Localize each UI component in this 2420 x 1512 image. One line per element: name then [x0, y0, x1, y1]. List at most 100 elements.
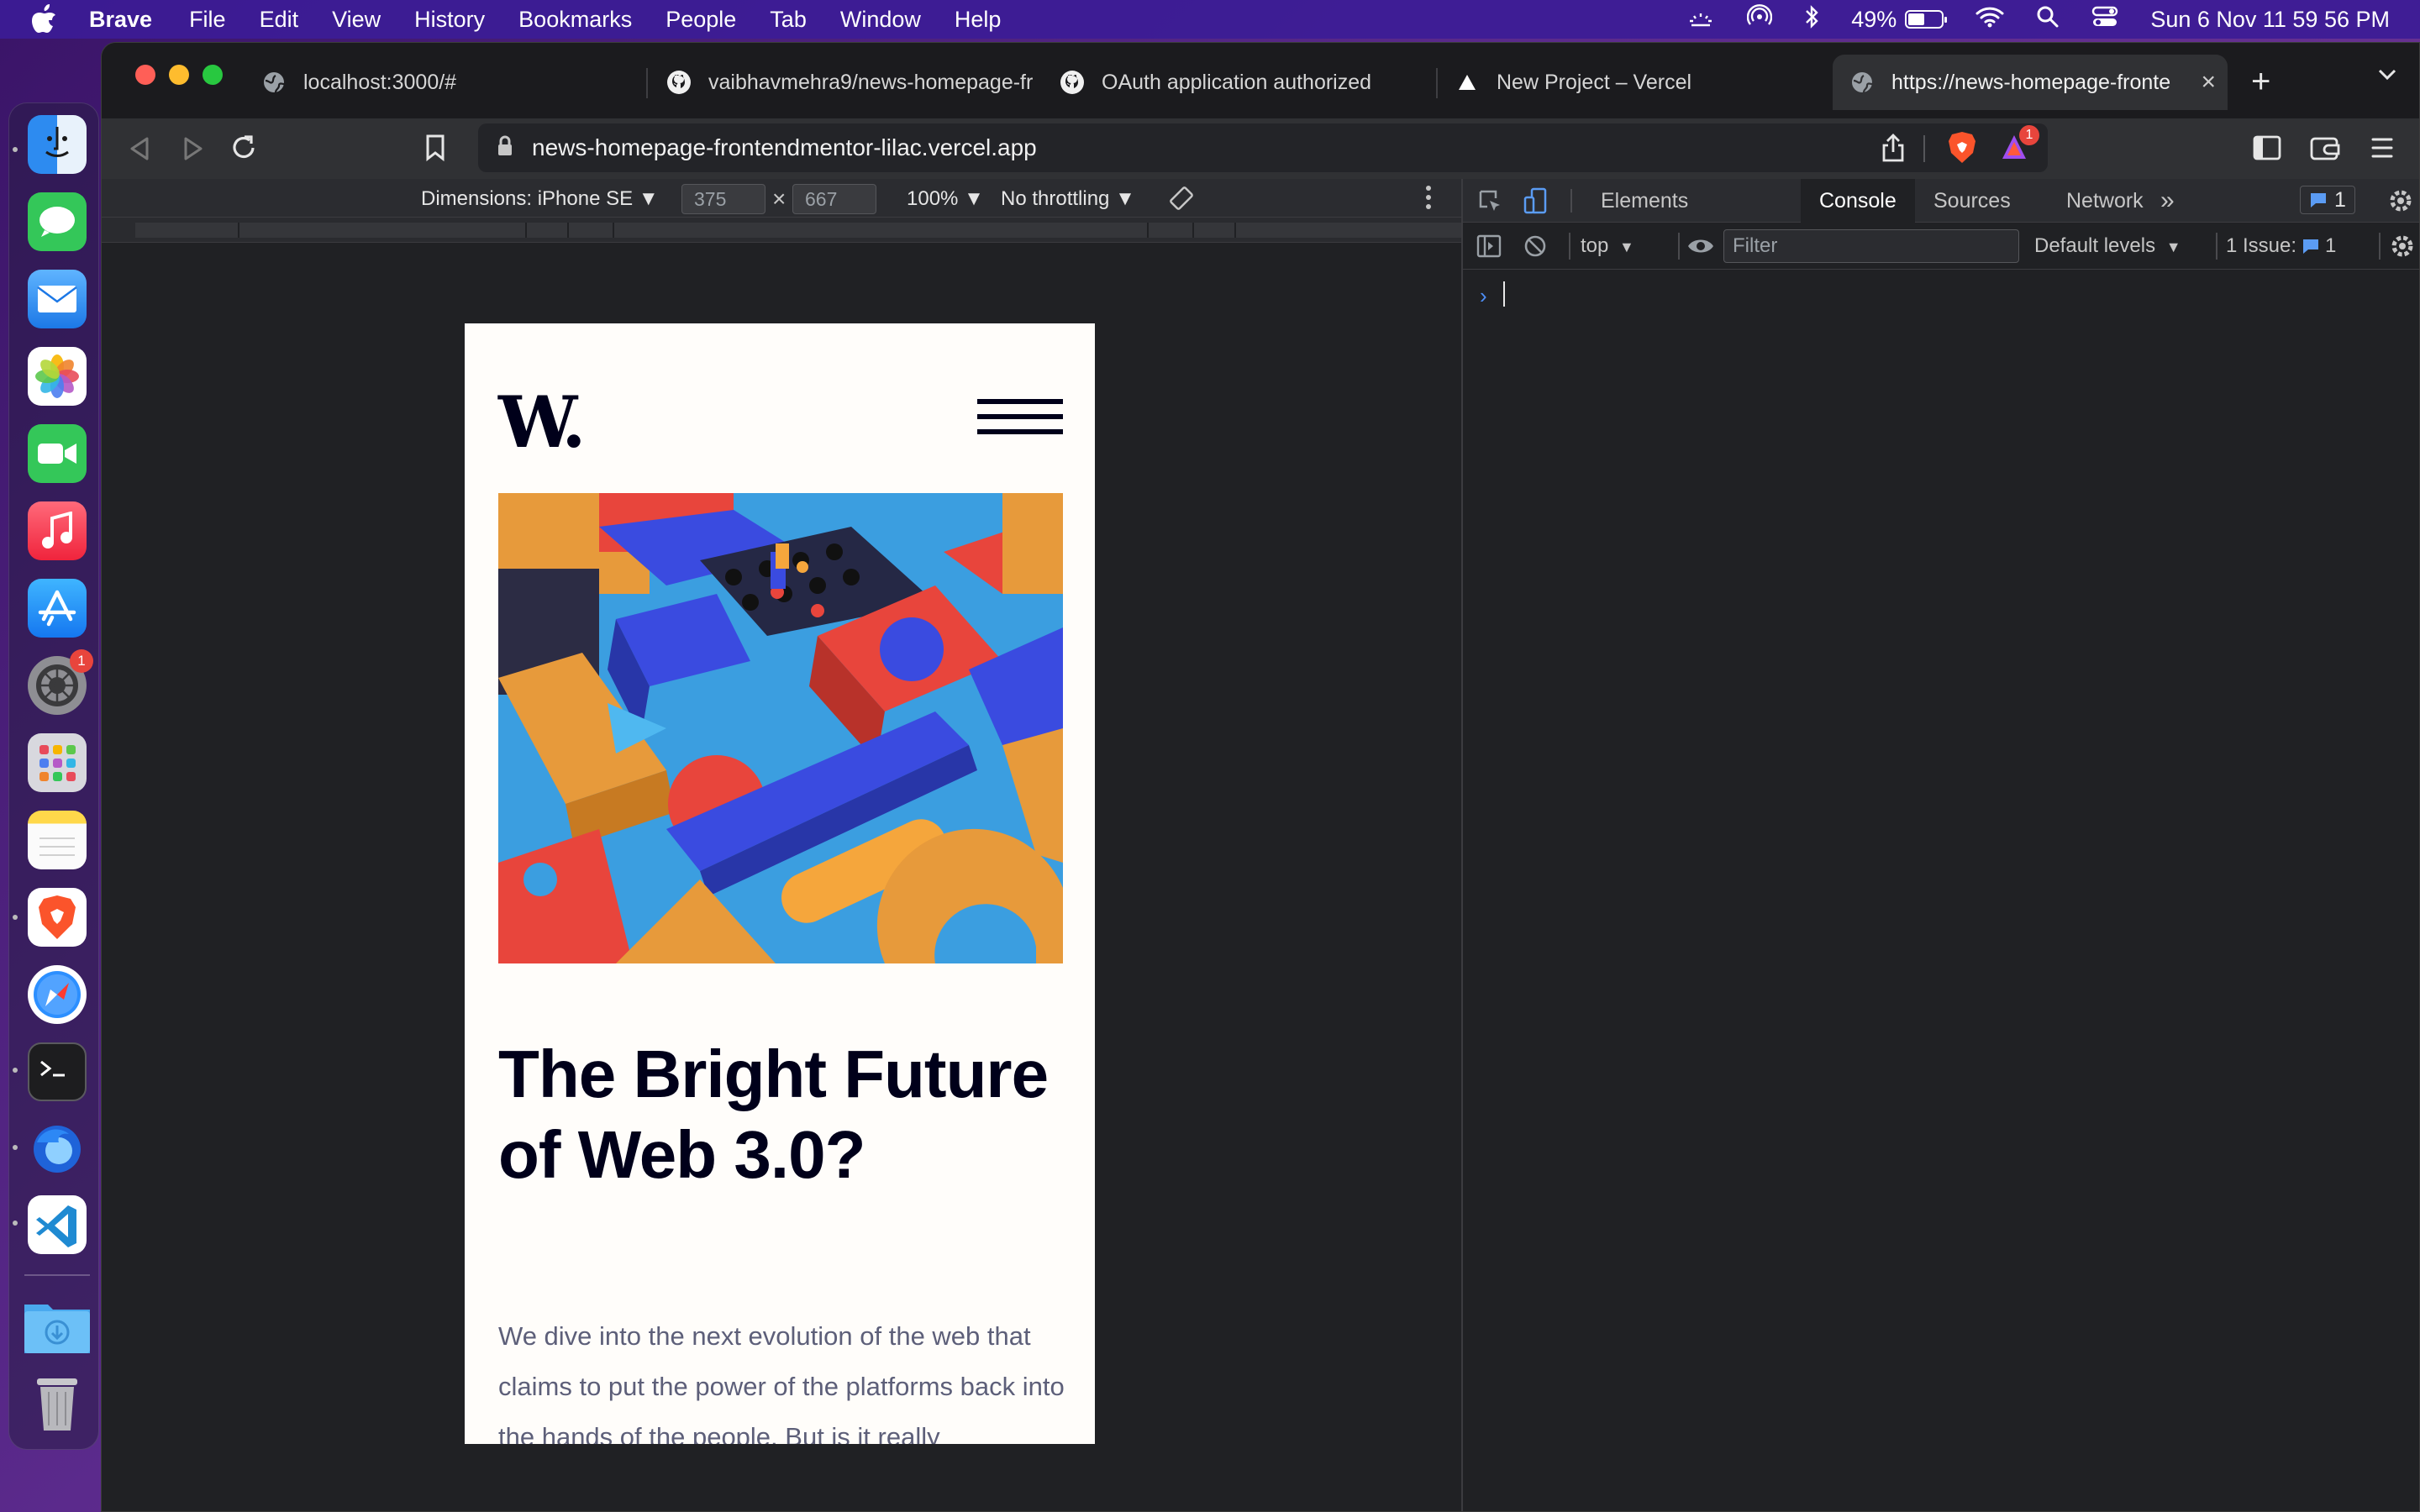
devtools-settings-icon[interactable]: [2387, 187, 2414, 220]
menu-tab[interactable]: Tab: [770, 7, 807, 33]
minimize-window-button[interactable]: [169, 65, 189, 85]
console-sidebar-icon[interactable]: [1476, 234, 1502, 264]
new-tab-button[interactable]: +: [2251, 65, 2270, 98]
site-logo[interactable]: W.: [498, 387, 586, 458]
menu-history[interactable]: History: [414, 7, 485, 33]
context-select[interactable]: top ▼: [1581, 234, 1634, 258]
issues-counter[interactable]: 1 Issue: 1: [2226, 234, 2336, 258]
vercel-icon: [1455, 70, 1480, 95]
media-query-segment[interactable]: [527, 223, 569, 238]
live-expression-eye-icon[interactable]: [1686, 236, 1715, 262]
zoom-window-button[interactable]: [203, 65, 223, 85]
tab-oauth[interactable]: OAuth application authorized: [1043, 55, 1438, 110]
menu-edit[interactable]: Edit: [260, 7, 299, 33]
device-height-input[interactable]: 667: [792, 184, 876, 214]
music-icon[interactable]: [28, 501, 87, 560]
brave-browser-icon[interactable]: [28, 888, 87, 947]
control-center-icon[interactable]: [2091, 5, 2118, 34]
brightness-icon[interactable]: [1686, 7, 1715, 33]
launchpad-icon[interactable]: [28, 733, 87, 792]
clear-console-icon[interactable]: [1523, 234, 1547, 264]
tab-vercel[interactable]: New Project – Vercel: [1438, 55, 1833, 110]
console-filter-input[interactable]: [1723, 229, 2019, 263]
vscode-icon[interactable]: [28, 1195, 87, 1254]
notes-icon[interactable]: [28, 811, 87, 869]
menubar-clock[interactable]: Sun 6 Nov 11 59 56 PM: [2150, 7, 2390, 33]
media-query-segment[interactable]: [135, 223, 239, 238]
battery-status[interactable]: 49%: [1851, 6, 1948, 33]
device-toggle-icon[interactable]: [1523, 187, 1549, 220]
safari-icon[interactable]: [28, 965, 87, 1024]
media-query-segment[interactable]: [239, 223, 527, 238]
back-button[interactable]: [127, 135, 152, 162]
airdrop-icon[interactable]: [1747, 3, 1773, 35]
spotlight-search-icon[interactable]: [2036, 5, 2060, 34]
tab-github-repo[interactable]: vaibhavmehra9/news-homepage-fr: [650, 55, 1044, 110]
photos-icon[interactable]: [28, 347, 87, 406]
device-width-input[interactable]: 375: [681, 184, 765, 214]
close-tab-icon[interactable]: ×: [2201, 68, 2216, 97]
device-more-options-icon[interactable]: [1424, 184, 1433, 217]
tab-sources[interactable]: Sources: [1915, 179, 2029, 223]
tab-localhost[interactable]: localhost:3000/#: [245, 55, 639, 110]
tab-title: OAuth application authorized: [1102, 70, 1372, 94]
mail-icon[interactable]: [28, 270, 87, 328]
omnibox-divider: [1923, 135, 1925, 162]
menu-people[interactable]: People: [666, 7, 736, 33]
brave-shields-icon[interactable]: [1947, 130, 1977, 164]
console-input-caret[interactable]: [1503, 281, 1505, 307]
finder-icon[interactable]: [28, 115, 87, 174]
menu-view[interactable]: View: [332, 7, 381, 33]
browser-toolbar: news-homepage-frontendmentor-lilac.verce…: [102, 118, 2419, 179]
github-icon: [1060, 70, 1085, 95]
share-icon[interactable]: [1881, 134, 1905, 162]
devtools-tabbar: Elements Console Sources Network » 1 ×: [1463, 179, 2419, 223]
browser-menu-icon[interactable]: [2370, 137, 2394, 159]
rotate-device-icon[interactable]: [1169, 186, 1194, 217]
facetime-icon[interactable]: [28, 424, 87, 483]
app-store-icon[interactable]: [28, 579, 87, 638]
url-text: news-homepage-frontendmentor-lilac.verce…: [532, 134, 1037, 160]
log-levels-select[interactable]: Default levels ▼: [2034, 234, 2181, 258]
menu-window[interactable]: Window: [840, 7, 921, 33]
reload-button[interactable]: [229, 134, 258, 162]
firefox-icon[interactable]: [28, 1120, 87, 1179]
apple-menu-icon[interactable]: [30, 4, 64, 34]
media-query-segment[interactable]: [614, 223, 1149, 238]
system-preferences-icon[interactable]: 1: [28, 649, 93, 715]
close-window-button[interactable]: [135, 65, 155, 85]
wifi-icon[interactable]: [1975, 6, 2004, 34]
menu-help[interactable]: Help: [955, 7, 1002, 33]
wallet-icon[interactable]: [2310, 135, 2340, 160]
device-select[interactable]: Dimensions: iPhone SE ▼: [421, 187, 659, 211]
tab-active-news-homepage[interactable]: https://news-homepage-fronte ×: [1833, 55, 2228, 110]
throttling-select[interactable]: No throttling ▼: [1001, 187, 1135, 211]
menu-file[interactable]: File: [189, 7, 226, 33]
terminal-icon[interactable]: [28, 1042, 87, 1101]
battery-percent: 49%: [1851, 6, 1897, 32]
tab-console[interactable]: Console: [1801, 179, 1915, 223]
lock-icon[interactable]: [497, 135, 513, 161]
inspect-element-icon[interactable]: [1478, 189, 1503, 220]
menu-app-name[interactable]: Brave: [89, 7, 152, 33]
tab-elements[interactable]: Elements: [1582, 179, 1707, 223]
menu-bookmarks[interactable]: Bookmarks: [518, 7, 632, 33]
sidebar-toggle-icon[interactable]: [2253, 135, 2281, 160]
messages-icon[interactable]: [28, 192, 87, 251]
trash-icon[interactable]: [28, 1373, 87, 1432]
brave-rewards-icon[interactable]: 1: [1999, 125, 2039, 164]
forward-button[interactable]: [181, 135, 206, 162]
more-tabs-icon[interactable]: »: [2142, 179, 2193, 223]
bluetooth-icon[interactable]: [1804, 4, 1819, 35]
address-bar[interactable]: news-homepage-frontendmentor-lilac.verce…: [478, 123, 2048, 172]
zoom-select[interactable]: 100% ▼: [907, 187, 984, 211]
media-query-segment[interactable]: [1149, 223, 1194, 238]
hamburger-menu-icon[interactable]: [977, 399, 1063, 434]
media-query-segment[interactable]: [1194, 223, 1236, 238]
downloads-folder-icon[interactable]: [23, 1296, 92, 1355]
media-query-segment[interactable]: [569, 223, 614, 238]
messages-counter[interactable]: 1: [2300, 186, 2355, 214]
console-settings-icon[interactable]: [2389, 233, 2416, 265]
tab-search-chevron-icon[interactable]: [2377, 68, 2397, 86]
bookmark-icon[interactable]: [424, 134, 446, 162]
